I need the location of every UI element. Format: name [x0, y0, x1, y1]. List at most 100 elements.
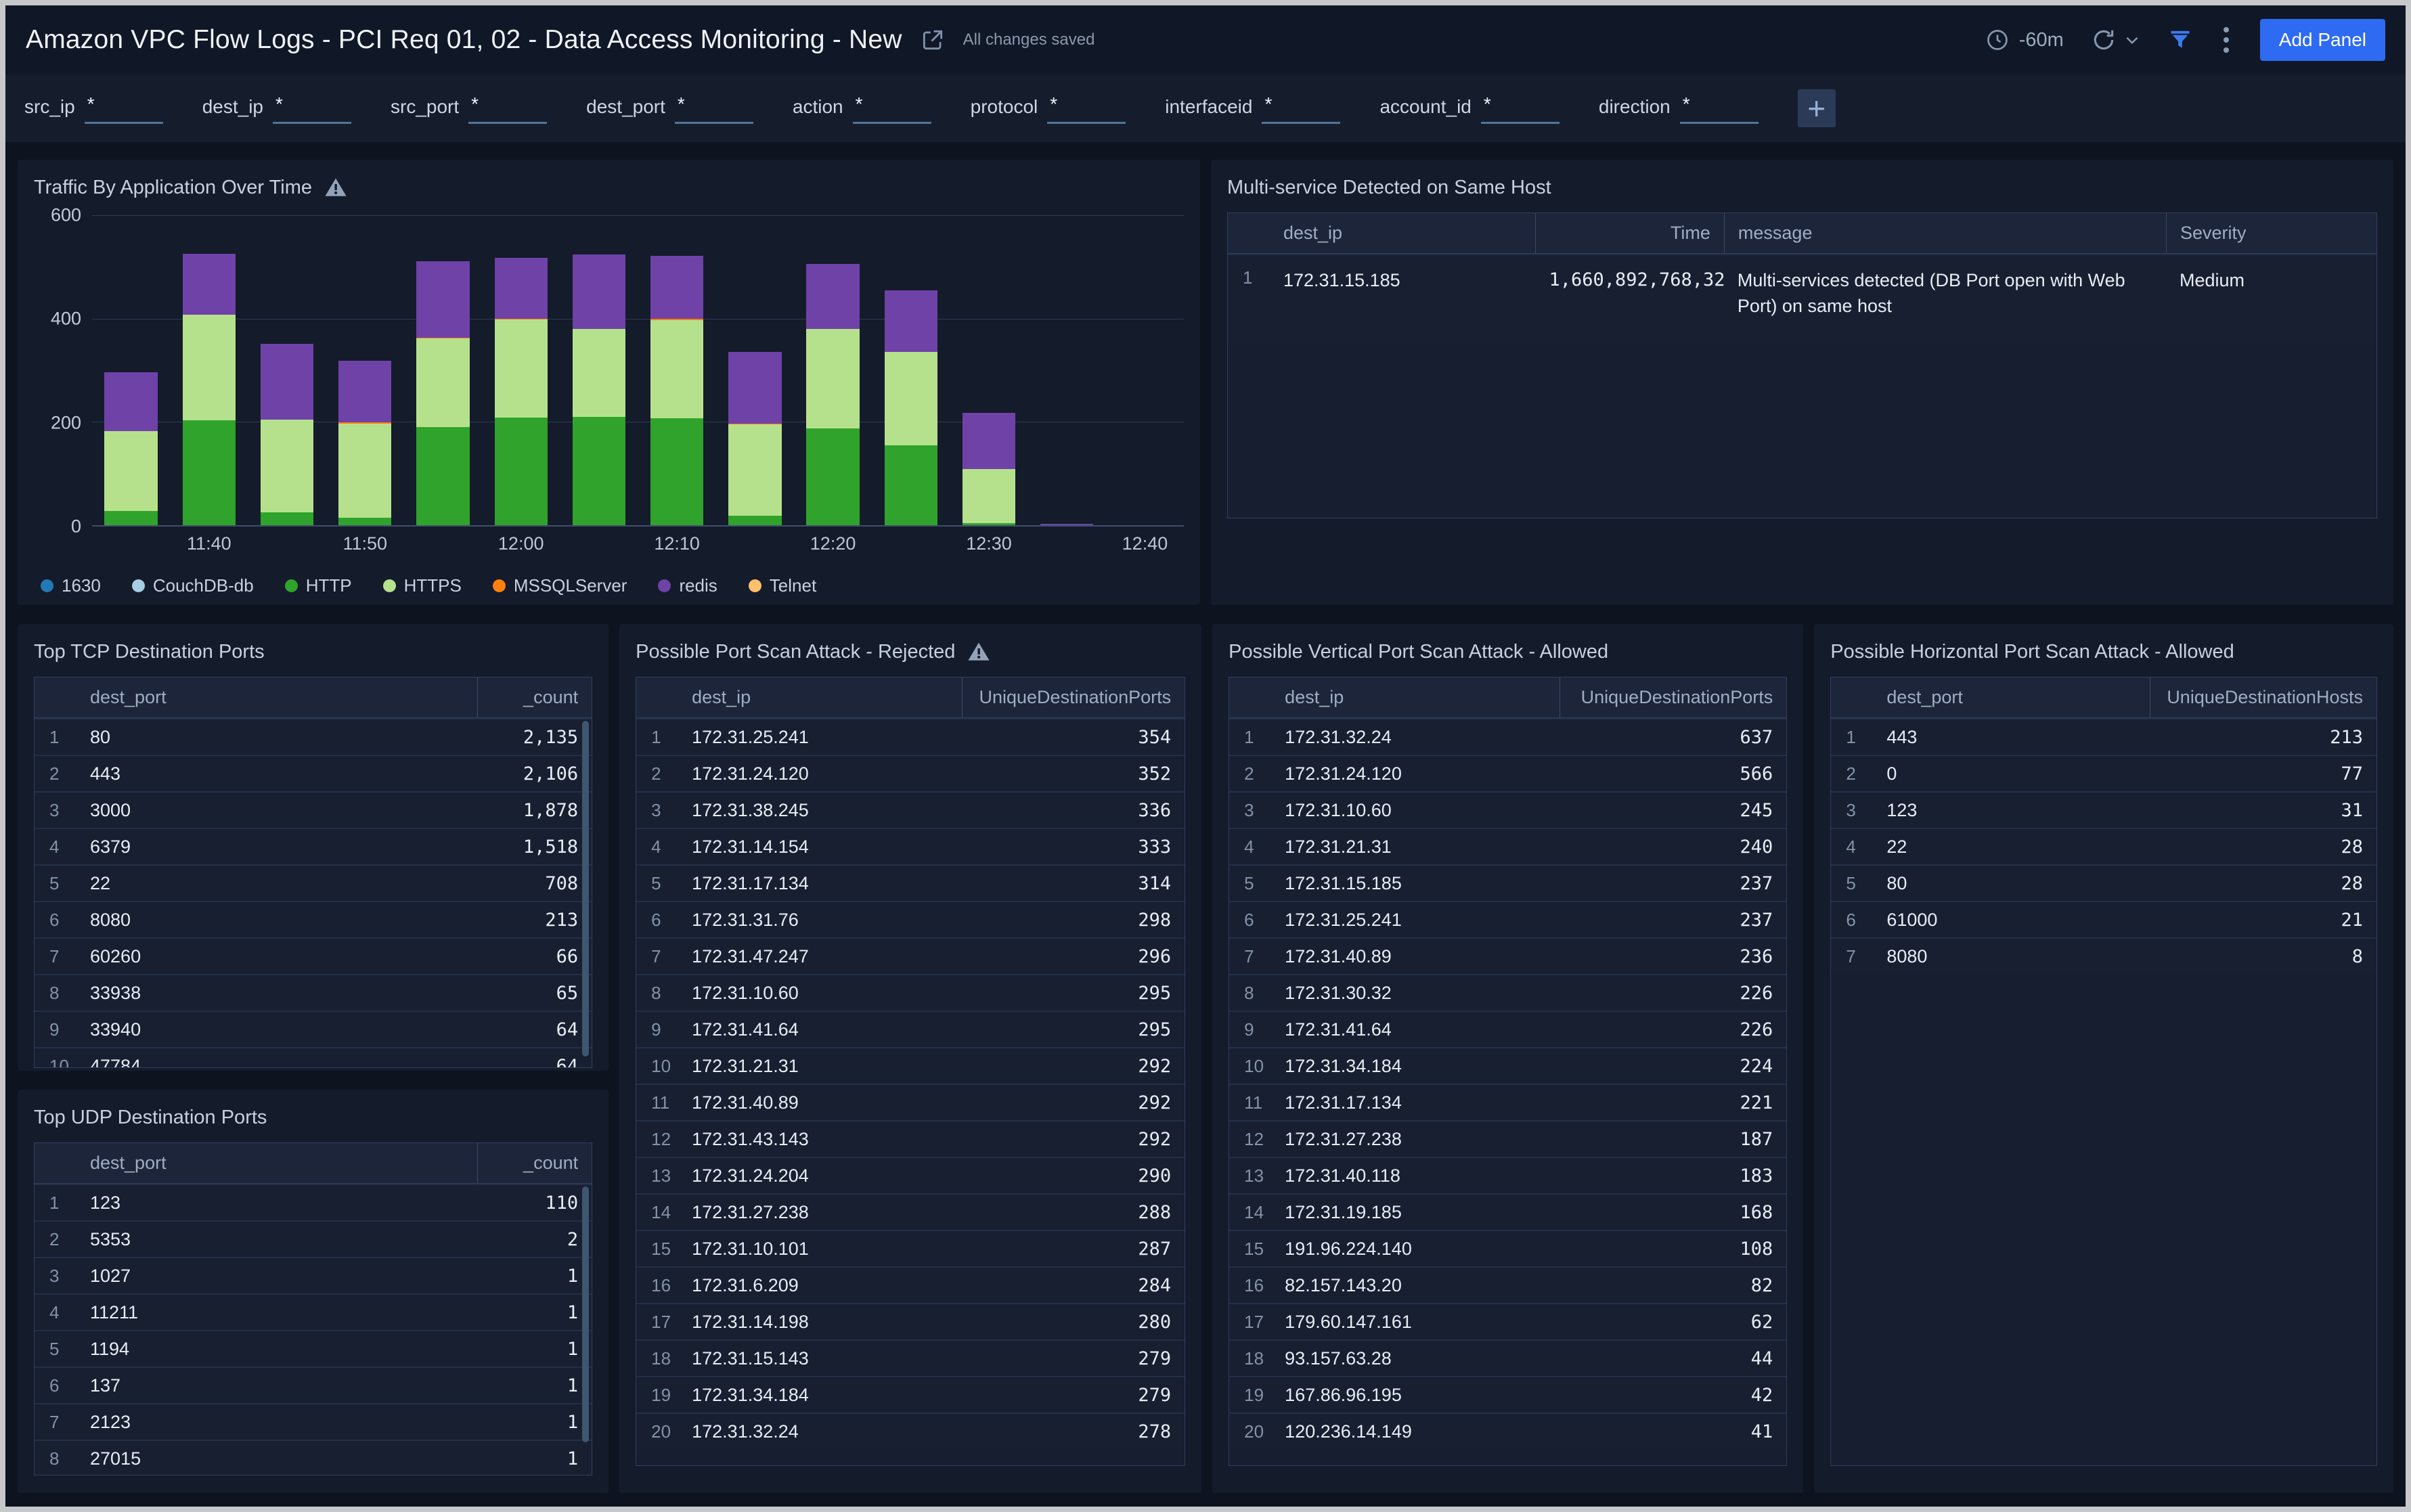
- row-index: 8: [1244, 982, 1254, 1003]
- warning-icon[interactable]: [324, 176, 347, 199]
- stacked-bar[interactable]: [182, 215, 236, 525]
- bar-slot-11:35: [92, 215, 170, 525]
- stacked-bar[interactable]: [650, 215, 704, 525]
- table-row: 7 60260 66: [35, 937, 592, 974]
- filter-input-account_id[interactable]: [1480, 93, 1560, 124]
- table-scrollbar[interactable]: [582, 721, 590, 1057]
- stacked-bar[interactable]: [572, 215, 626, 525]
- filter-input-src_port[interactable]: [468, 93, 548, 124]
- stacked-bar[interactable]: [104, 215, 158, 525]
- table-row: 14 172.31.19.185 168: [1229, 1193, 1787, 1230]
- cell-dest_ip: 172.31.40.118: [1285, 1165, 1400, 1186]
- row-index: 2: [49, 763, 60, 784]
- cell-dest_ip: 172.31.14.198: [692, 1311, 809, 1332]
- table-row: 6 61000 21: [1831, 901, 2376, 937]
- row-index: 7: [49, 1411, 60, 1432]
- cell-dest_ip: 172.31.10.60: [1285, 799, 1392, 820]
- filter-label: src_port: [391, 95, 460, 117]
- legend-item-HTTP[interactable]: HTTP: [284, 575, 352, 596]
- cell-dest_port: 1194: [90, 1338, 130, 1359]
- table-scrollbar[interactable]: [582, 1186, 590, 1442]
- row-index: 7: [1846, 946, 1856, 966]
- legend-item-MSSQLServer[interactable]: MSSQLServer: [492, 575, 627, 596]
- cell-UniqueDestinationPorts: 278: [1138, 1421, 1172, 1442]
- row-index: 19: [651, 1384, 671, 1405]
- legend-item-HTTPS[interactable]: HTTPS: [382, 575, 462, 596]
- stacked-bar[interactable]: [494, 215, 548, 525]
- table-row: 6 172.31.31.76 298: [636, 901, 1185, 937]
- cell-dest_port: 11211: [90, 1302, 139, 1322]
- filter-field-src_ip: src_ip: [24, 93, 163, 124]
- row-index: 20: [1244, 1421, 1264, 1442]
- refresh-button[interactable]: [2091, 27, 2141, 53]
- filter-input-action[interactable]: [852, 93, 931, 124]
- filter-label: direction: [1598, 95, 1671, 117]
- time-range-button[interactable]: -60m: [1985, 28, 2064, 52]
- cell-UniqueDestinationPorts: 279: [1138, 1348, 1172, 1369]
- row-index: 1: [49, 1192, 60, 1213]
- y-tick-label: 0: [70, 516, 81, 537]
- stacked-bar[interactable]: [1040, 215, 1094, 525]
- stacked-bar[interactable]: [1118, 215, 1171, 525]
- cell-dest_port: 443: [1886, 726, 1918, 747]
- table-row: 9 33940 64: [35, 1010, 592, 1047]
- cell-_count: 66: [556, 946, 579, 967]
- legend-label: 1630: [62, 575, 101, 596]
- cell-dest_ip: 172.31.17.134: [1285, 1092, 1402, 1113]
- add-filter-button[interactable]: +: [1797, 89, 1836, 127]
- bar-segment-HTTP: [260, 512, 314, 525]
- filter-input-protocol[interactable]: [1047, 93, 1126, 124]
- table-row: 16 172.31.6.209 284: [636, 1266, 1185, 1303]
- cell-dest_ip: 172.31.17.134: [692, 872, 809, 893]
- filter-input-interfaceid[interactable]: [1262, 93, 1341, 124]
- filter-toggle-button[interactable]: [2168, 28, 2192, 52]
- stacked-bar[interactable]: [338, 215, 392, 525]
- cell-dest_port: 123: [1886, 799, 1918, 820]
- cell-UniqueDestinationHosts: 21: [2341, 909, 2363, 931]
- legend-item-1630[interactable]: 1630: [41, 575, 101, 596]
- legend-swatch: [658, 579, 671, 592]
- filter-input-src_ip[interactable]: [84, 93, 163, 124]
- cell-UniqueDestinationPorts: 292: [1138, 1092, 1172, 1113]
- stacked-bar[interactable]: [806, 215, 860, 525]
- table-row: 13 172.31.40.118 183: [1229, 1157, 1787, 1193]
- y-tick-label: 600: [50, 204, 81, 225]
- table-row: 2 172.31.24.120 566: [1229, 755, 1787, 791]
- warning-icon[interactable]: [967, 640, 990, 663]
- table-row: 3 123 31: [1831, 791, 2376, 828]
- filter-input-dest_port[interactable]: [674, 93, 753, 124]
- filter-input-dest_ip[interactable]: [273, 93, 351, 124]
- x-tick-label: 11:50: [342, 533, 388, 554]
- row-index: 2: [1846, 763, 1856, 784]
- filter-input-direction[interactable]: [1679, 93, 1759, 124]
- cell-dest_ip: 172.31.24.204: [692, 1165, 809, 1186]
- stacked-bar[interactable]: [260, 215, 314, 525]
- column-header-dest_ip: dest_ip: [1285, 687, 1344, 707]
- row-index: 13: [1244, 1165, 1264, 1186]
- cell-dest_port: 2123: [90, 1411, 131, 1432]
- stacked-bar[interactable]: [962, 215, 1016, 525]
- stacked-bar[interactable]: [728, 215, 782, 525]
- table-row: 4 22 28: [1831, 828, 2376, 864]
- legend-item-Telnet[interactable]: Telnet: [748, 575, 816, 596]
- bar-slot-11:55: [404, 215, 482, 525]
- cell-dest_ip: 172.31.25.241: [692, 726, 809, 747]
- table-row: 19 172.31.34.184 279: [636, 1376, 1185, 1413]
- legend-item-CouchDB-db[interactable]: CouchDB-db: [131, 575, 254, 596]
- row-index: 9: [651, 1019, 661, 1040]
- row-index: 6: [1846, 909, 1856, 930]
- bar-segment-HTTP: [338, 518, 392, 525]
- cell-dest_port: 33940: [90, 1019, 141, 1040]
- table-row: 7 172.31.47.247 296: [636, 937, 1185, 974]
- share-icon[interactable]: [920, 27, 946, 53]
- cell-UniqueDestinationPorts: 352: [1138, 763, 1172, 784]
- bar-segment-HTTP: [182, 420, 236, 525]
- cell-_count: 1: [567, 1338, 579, 1360]
- add-panel-button[interactable]: Add Panel: [2259, 19, 2385, 61]
- more-options-button[interactable]: [2219, 23, 2233, 57]
- stacked-bar[interactable]: [416, 215, 470, 525]
- stacked-bar[interactable]: [884, 215, 937, 525]
- column-header-Severity: Severity: [2165, 213, 2376, 253]
- cell-dest_ip: 179.60.147.161: [1285, 1311, 1412, 1332]
- legend-item-redis[interactable]: redis: [658, 575, 717, 596]
